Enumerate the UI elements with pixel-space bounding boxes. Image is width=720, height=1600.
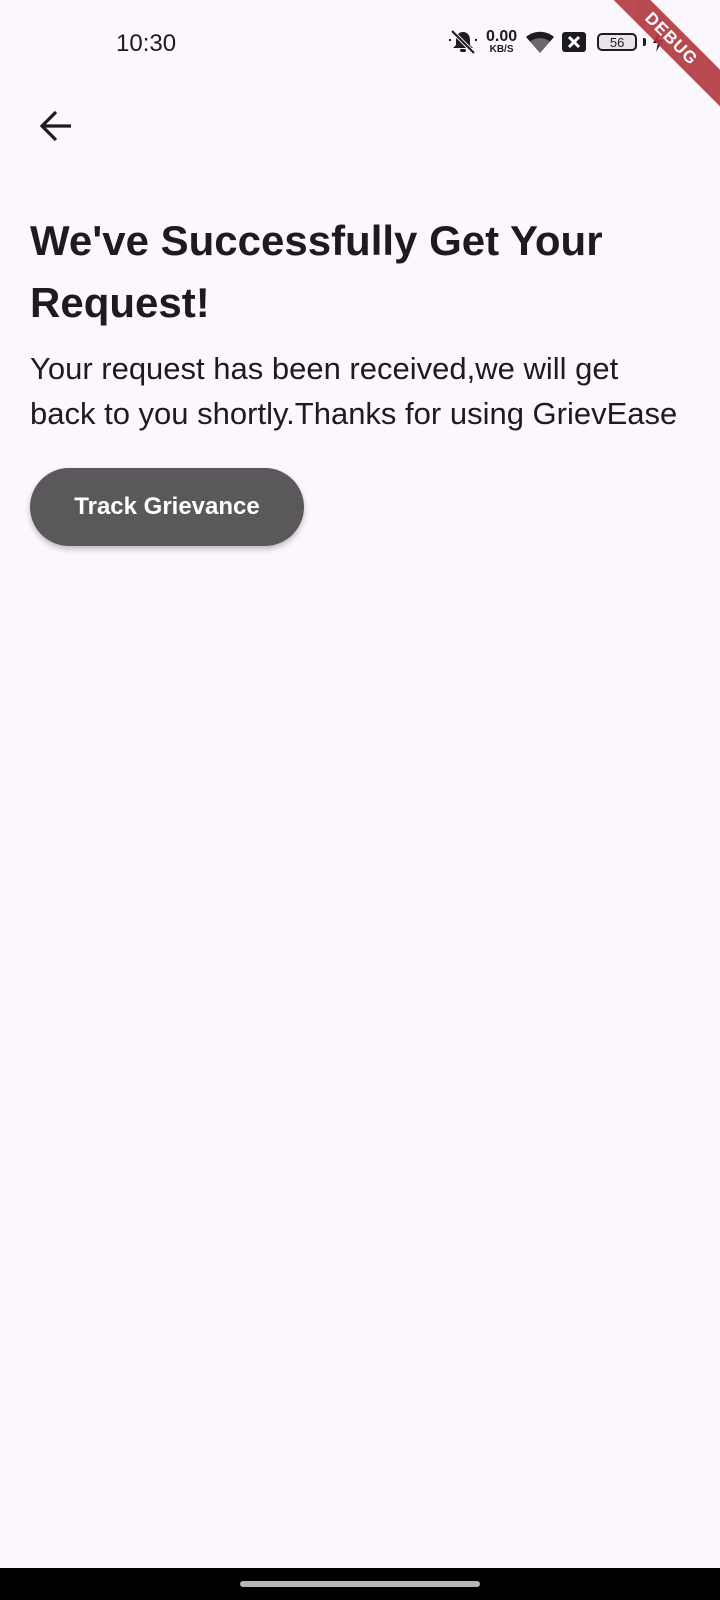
arrow-left-icon <box>38 108 74 149</box>
track-grievance-button[interactable]: Track Grievance <box>30 468 304 546</box>
net-speed: 0.00 KB/S <box>486 29 517 55</box>
wifi-icon <box>525 29 555 55</box>
status-time: 10:30 <box>116 30 177 57</box>
net-speed-unit: KB/S <box>489 44 514 55</box>
home-gesture-handle[interactable] <box>240 1581 480 1587</box>
battery-icon: 56 <box>597 33 638 51</box>
page-title: We've Successfully Get Your Request! <box>30 217 603 326</box>
battery-level: 56 <box>609 34 625 50</box>
close-box-icon <box>561 31 587 53</box>
confirmation-content: We've Successfully Get Your Request! You… <box>30 210 680 546</box>
confirmation-message: Your request has been received,we will g… <box>30 351 678 431</box>
system-nav-bar <box>0 1568 720 1600</box>
net-speed-value: 0.00 <box>486 28 518 45</box>
battery-nub <box>643 38 647 46</box>
bell-muted-icon <box>448 28 478 56</box>
charging-icon <box>652 31 664 53</box>
back-button[interactable] <box>28 100 84 156</box>
status-icons: 0.00 KB/S 56 <box>448 28 664 56</box>
status-bar: 10:30 0.00 KB/S 56 <box>0 0 720 90</box>
